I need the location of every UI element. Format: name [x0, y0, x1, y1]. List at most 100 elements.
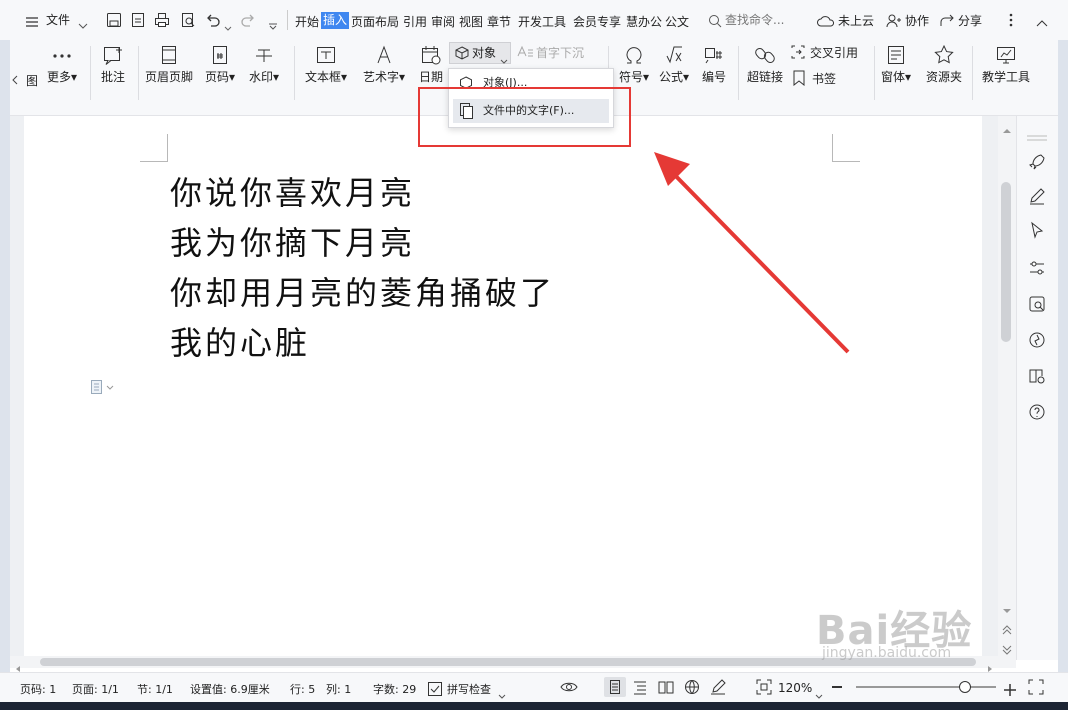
- crossref-button[interactable]: 交叉引用: [790, 44, 866, 62]
- panel-drag-handle-icon[interactable]: [1027, 126, 1047, 145]
- export-pdf-icon[interactable]: [130, 12, 146, 28]
- status-word-count[interactable]: 字数: 29: [373, 681, 416, 697]
- chevron-down-icon[interactable]: [78, 15, 88, 34]
- hyperlink-button[interactable]: 超链接: [744, 44, 786, 96]
- vertical-scrollbar[interactable]: [998, 116, 1016, 660]
- document-line[interactable]: 你却用月亮的菱角捅破了: [170, 268, 555, 314]
- zoom-level[interactable]: 120%: [778, 681, 812, 695]
- object-button[interactable]: 对象: [449, 42, 511, 64]
- zoom-slider[interactable]: [856, 681, 996, 693]
- teaching-tools-icon: [978, 44, 1034, 66]
- textbox-icon: [302, 44, 350, 66]
- formula-button[interactable]: 公式▾: [656, 44, 692, 96]
- tab-page-layout[interactable]: 页面布局: [351, 13, 399, 30]
- tab-chapter[interactable]: 章节: [487, 13, 511, 30]
- eye-protection-icon[interactable]: [560, 679, 578, 699]
- status-row[interactable]: 行: 5: [290, 681, 315, 697]
- status-pages[interactable]: 页面: 1/1: [72, 681, 119, 697]
- teaching-tools-button[interactable]: 教学工具: [978, 44, 1034, 96]
- share-button[interactable]: 分享: [958, 14, 982, 28]
- more-options-icon[interactable]: [1008, 12, 1014, 32]
- spellcheck-button[interactable]: 拼写检查: [447, 681, 491, 697]
- bookmark-button[interactable]: 书签: [792, 70, 852, 88]
- picture-button-partial[interactable]: 图: [22, 44, 42, 96]
- form-button[interactable]: 窗体▾: [878, 44, 914, 96]
- ribbon-divider: [738, 46, 739, 100]
- undo-icon[interactable]: [205, 12, 221, 28]
- wordart-button[interactable]: 艺术字▾: [360, 44, 408, 96]
- page-view-icon[interactable]: [604, 677, 626, 697]
- status-page-number[interactable]: 页码: 1: [20, 681, 56, 697]
- undo-dropdown-icon[interactable]: [224, 17, 232, 36]
- textbox-button[interactable]: 文本框▾: [302, 44, 350, 96]
- share-icon[interactable]: [939, 13, 955, 32]
- zoom-slider-knob[interactable]: [959, 681, 972, 693]
- tab-home[interactable]: 开始: [295, 13, 319, 30]
- comment-button[interactable]: 批注: [98, 44, 128, 96]
- file-menu[interactable]: 文件: [46, 13, 70, 27]
- more-button[interactable]: 更多▾: [44, 44, 80, 96]
- command-search-input[interactable]: 查找命令...: [725, 13, 784, 27]
- print-preview-icon[interactable]: [180, 12, 196, 28]
- zoom-out-icon[interactable]: [832, 686, 842, 688]
- customize-toolbar-icon[interactable]: [268, 16, 278, 35]
- vertical-scroll-thumb[interactable]: [1001, 182, 1011, 342]
- outline-view-icon[interactable]: [632, 679, 648, 699]
- document-line[interactable]: 我为你摘下月亮: [170, 218, 415, 264]
- tab-review[interactable]: 审阅: [431, 13, 455, 30]
- collaborate-icon[interactable]: [886, 13, 902, 32]
- header-footer-button[interactable]: 页眉页脚: [144, 44, 194, 96]
- collaborate-button[interactable]: 协作: [905, 14, 929, 28]
- ribbon-scroll-left-icon[interactable]: [12, 70, 18, 89]
- redo-icon[interactable]: [240, 12, 256, 28]
- watermark-button[interactable]: 水印▾: [246, 44, 282, 96]
- document-line[interactable]: 你说你喜欢月亮: [170, 168, 415, 214]
- rocket-icon[interactable]: [1027, 152, 1047, 172]
- window-right-edge: [1058, 40, 1068, 672]
- numbering-button[interactable]: 编号: [698, 44, 730, 96]
- tab-developer[interactable]: 开发工具: [518, 13, 566, 30]
- hamburger-icon[interactable]: [26, 13, 38, 27]
- zoom-in-icon[interactable]: [1004, 681, 1016, 700]
- cursor-icon[interactable]: [1027, 220, 1047, 240]
- resource-folder-button[interactable]: 资源夹: [922, 44, 966, 96]
- web-view-icon[interactable]: [684, 679, 700, 699]
- fullscreen-icon[interactable]: [1028, 679, 1044, 699]
- writing-mode-icon[interactable]: [710, 679, 726, 699]
- collapse-ribbon-icon[interactable]: [1036, 14, 1048, 33]
- tab-official-doc[interactable]: 公文: [665, 13, 689, 30]
- pen-icon[interactable]: [1027, 186, 1047, 206]
- taskbar-edge: [0, 702, 1068, 710]
- scroll-up-icon[interactable]: [1002, 120, 1012, 139]
- image-search-icon[interactable]: [1027, 294, 1047, 314]
- tab-references[interactable]: 引用: [403, 13, 427, 30]
- document-line[interactable]: 我的心脏: [170, 318, 310, 364]
- help-icon[interactable]: [1027, 402, 1047, 422]
- ai-assistant-icon[interactable]: [1027, 330, 1047, 350]
- bookmark-icon: [792, 70, 806, 90]
- sliders-icon[interactable]: [1027, 258, 1047, 278]
- save-icon[interactable]: [106, 12, 122, 28]
- tab-view[interactable]: 视图: [459, 13, 483, 30]
- tab-insert[interactable]: 插入: [321, 12, 350, 29]
- print-icon[interactable]: [154, 12, 170, 28]
- tab-smart-office[interactable]: 慧办公: [626, 13, 662, 30]
- status-setting[interactable]: 设置值: 6.9厘米: [190, 681, 270, 697]
- object-label: 对象: [472, 46, 497, 60]
- prev-page-icon[interactable]: [1002, 620, 1012, 639]
- cloud-status[interactable]: 未上云: [838, 14, 874, 28]
- book-search-icon[interactable]: [1027, 366, 1047, 386]
- object-icon: [454, 45, 470, 65]
- search-icon[interactable]: [708, 13, 722, 32]
- wordart-icon: [360, 44, 408, 66]
- paragraph-options-icon[interactable]: [90, 379, 118, 398]
- fit-page-icon[interactable]: [756, 679, 772, 699]
- status-section[interactable]: 节: 1/1: [137, 681, 173, 697]
- scroll-down-icon[interactable]: [1002, 600, 1012, 619]
- spellcheck-icon[interactable]: [428, 681, 442, 700]
- cloud-icon[interactable]: [817, 13, 835, 32]
- page-number-button[interactable]: 页码▾: [202, 44, 238, 96]
- status-col[interactable]: 列: 1: [326, 681, 351, 697]
- reading-view-icon[interactable]: [658, 679, 674, 699]
- tab-member[interactable]: 会员专享: [573, 13, 621, 30]
